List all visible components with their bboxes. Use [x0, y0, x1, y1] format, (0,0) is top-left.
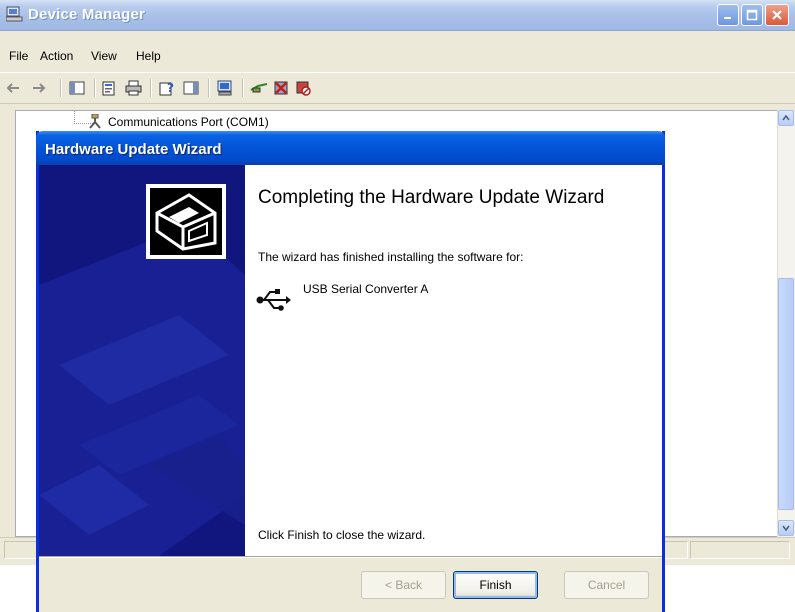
update-driver-icon[interactable]	[250, 79, 268, 97]
device-name: USB Serial Converter A	[303, 282, 429, 296]
device-manager-titlebar[interactable]: Device Manager	[0, 0, 795, 31]
scan-hardware-icon[interactable]	[216, 79, 234, 97]
chevron-up-icon	[782, 115, 790, 121]
toolbar: ?	[0, 72, 795, 104]
hardware-update-wizard-dialog: Hardware Update Wizard Completing the Ha…	[36, 131, 665, 612]
status-panel-secondary	[690, 541, 790, 559]
back-button[interactable]: < Back	[361, 571, 446, 599]
cancel-button[interactable]: Cancel	[564, 571, 649, 599]
computer-icon	[5, 6, 23, 22]
tree-item-label: Communications Port (COM1)	[108, 115, 269, 129]
button-separator	[39, 556, 662, 558]
finish-button[interactable]: Finish	[453, 571, 538, 599]
menu-file[interactable]: File	[9, 49, 28, 63]
wizard-content-panel: Completing the Hardware Update Wizard Th…	[245, 165, 662, 556]
wizard-titlebar[interactable]: Hardware Update Wizard	[36, 131, 665, 165]
menu-help[interactable]: Help	[136, 49, 161, 63]
back-arrow-icon[interactable]	[4, 79, 22, 97]
wizard-description: The wizard has finished installing the s…	[258, 250, 524, 264]
minimize-icon	[724, 17, 731, 19]
properties-icon[interactable]	[100, 79, 118, 97]
uninstall-icon[interactable]	[272, 79, 290, 97]
show-hide-tree-icon[interactable]	[68, 79, 86, 97]
wizard-title: Hardware Update Wizard	[45, 141, 222, 158]
maximize-button[interactable]	[741, 4, 763, 26]
wizard-side-banner	[39, 165, 245, 556]
vertical-scrollbar[interactable]	[777, 110, 795, 537]
wizard-footer-text: Click Finish to close the wizard.	[258, 528, 426, 542]
print-icon[interactable]	[124, 79, 142, 97]
close-icon	[772, 10, 782, 20]
show-hide-action-pane-icon[interactable]	[182, 79, 200, 97]
chevron-down-icon	[782, 525, 790, 531]
svg-text:?: ?	[167, 81, 174, 95]
forward-arrow-icon[interactable]	[30, 79, 48, 97]
scroll-down-button[interactable]	[778, 520, 794, 536]
disable-device-icon[interactable]	[294, 79, 312, 97]
menu-view[interactable]: View	[91, 49, 117, 63]
menu-action[interactable]: Action	[40, 49, 73, 63]
scroll-thumb[interactable]	[778, 278, 794, 510]
help-icon[interactable]: ?	[158, 79, 176, 97]
scroll-up-button[interactable]	[778, 110, 794, 126]
wizard-banner-graphic	[39, 165, 245, 556]
port-icon	[86, 113, 104, 130]
maximize-icon	[746, 9, 758, 21]
usb-icon	[256, 287, 292, 313]
close-button[interactable]	[765, 4, 789, 26]
menu-bar: File Action View Help	[0, 44, 795, 64]
minimize-button[interactable]	[717, 4, 739, 26]
wizard-heading: Completing the Hardware Update Wizard	[258, 187, 605, 208]
tree-item-communications-port[interactable]: Communications Port (COM1)	[86, 113, 269, 130]
window-title: Device Manager	[28, 6, 146, 23]
